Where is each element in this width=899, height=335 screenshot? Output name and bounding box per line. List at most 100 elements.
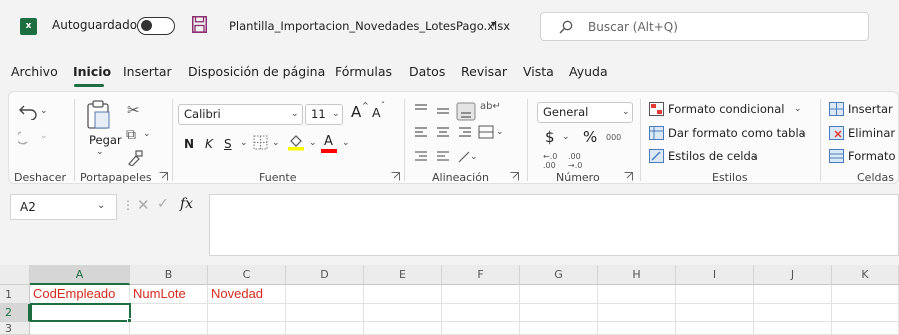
increase-decimal-icon[interactable]: ←.0.00	[543, 152, 557, 170]
cell-h3[interactable]	[598, 322, 676, 335]
cell-c3[interactable]	[208, 322, 286, 335]
cell-styles-icon[interactable]	[649, 149, 664, 163]
name-box-chevron-down-icon[interactable]: ⌄	[97, 200, 105, 211]
format-painter-icon[interactable]	[127, 150, 143, 166]
italic-button[interactable]: K	[205, 137, 213, 151]
cell-i3[interactable]	[676, 322, 754, 335]
tab-datos[interactable]: Datos	[409, 64, 445, 79]
row-header-1[interactable]: 1	[0, 285, 30, 304]
thousands-button[interactable]: 000	[606, 133, 621, 142]
bold-button[interactable]: N	[184, 137, 194, 151]
underline-button[interactable]: S	[224, 137, 232, 151]
cell-f1[interactable]	[442, 285, 520, 304]
tab-vista[interactable]: Vista	[523, 64, 554, 79]
file-name[interactable]: Plantilla_Importacion_Novedades_LotesPag…	[229, 19, 510, 33]
tab-archivo[interactable]: Archivo	[11, 64, 58, 79]
redo-icon[interactable]	[18, 128, 40, 146]
cell-j3[interactable]	[754, 322, 832, 335]
cell-j1[interactable]	[754, 285, 832, 304]
cell-i1[interactable]	[676, 285, 754, 304]
autosave-toggle[interactable]	[137, 17, 175, 35]
cell-h1[interactable]	[598, 285, 676, 304]
tab-insertar[interactable]: Insertar	[123, 64, 172, 79]
search-box[interactable]: Buscar (Alt+Q)	[540, 12, 869, 41]
formula-input[interactable]	[209, 194, 899, 256]
name-box[interactable]: A2 ⌄	[10, 194, 117, 220]
shrink-font-button[interactable]: A	[372, 105, 381, 120]
file-name-chevron-down-icon[interactable]: ▾	[491, 19, 496, 30]
column-header-f[interactable]: F	[442, 265, 520, 285]
column-header-b[interactable]: B	[130, 265, 208, 285]
copy-icon[interactable]: ⧉	[126, 127, 136, 143]
indent-orientation-icons[interactable]	[413, 150, 503, 164]
currency-chevron-down-icon[interactable]: ⌄	[562, 132, 570, 142]
conditional-format-chevron-down-icon[interactable]: ⌄	[794, 104, 802, 114]
fill-color-icon[interactable]	[288, 133, 304, 151]
tab-revisar[interactable]: Revisar	[461, 64, 507, 79]
cell-styles-button[interactable]: Estilos de celda	[668, 149, 758, 163]
insert-cells-icon[interactable]	[829, 102, 844, 116]
format-cells-icon[interactable]	[829, 149, 844, 163]
paste-chevron-down-icon[interactable]: ⌄	[96, 147, 104, 157]
cell-g1[interactable]	[520, 285, 598, 304]
underline-chevron-down-icon[interactable]: ⌄	[240, 138, 248, 148]
cell-d2[interactable]	[286, 304, 364, 322]
font-color-chevron-down-icon[interactable]: ⌄	[342, 138, 350, 148]
format-as-table-icon[interactable]	[649, 126, 664, 140]
delete-cells-icon[interactable]	[829, 126, 844, 140]
cancel-entry-icon[interactable]: ✕	[137, 196, 150, 214]
cell-k1[interactable]	[832, 285, 899, 304]
insert-function-button[interactable]: fx	[180, 196, 193, 212]
paste-icon[interactable]	[86, 100, 112, 130]
format-as-table-button[interactable]: Dar formato como tabla	[668, 126, 806, 140]
undo-chevron-down-icon[interactable]: ⌄	[40, 106, 48, 116]
font-launcher-icon[interactable]	[391, 172, 400, 181]
clipboard-launcher-icon[interactable]	[159, 172, 168, 181]
row-header-3[interactable]: 3	[0, 322, 30, 335]
insert-cells-button[interactable]: Insertar	[848, 102, 893, 116]
tab-ayuda[interactable]: Ayuda	[569, 64, 608, 79]
cell-b2[interactable]	[130, 304, 208, 322]
column-header-c[interactable]: C	[208, 265, 286, 285]
paste-label[interactable]: Pegar	[89, 133, 122, 147]
cell-k2[interactable]	[832, 304, 899, 322]
cell-a2-active[interactable]	[30, 303, 131, 322]
column-header-e[interactable]: E	[364, 265, 442, 285]
fill-color-chevron-down-icon[interactable]: ⌄	[309, 138, 317, 148]
column-header-a[interactable]: A	[30, 265, 130, 285]
alignment-launcher-icon[interactable]	[510, 172, 519, 181]
orientation-chevron-down-icon[interactable]: ⌄	[470, 152, 478, 162]
cell-g2[interactable]	[520, 304, 598, 322]
cell-i2[interactable]	[676, 304, 754, 322]
cell-f2[interactable]	[442, 304, 520, 322]
currency-button[interactable]: $	[545, 128, 555, 146]
cell-f3[interactable]	[442, 322, 520, 335]
cell-e2[interactable]	[364, 304, 442, 322]
copy-chevron-down-icon[interactable]: ⌄	[143, 129, 151, 139]
column-header-j[interactable]: J	[754, 265, 832, 285]
column-header-k[interactable]: K	[832, 265, 899, 285]
decrease-decimal-icon[interactable]: .00 →.0	[568, 152, 582, 170]
cell-c2[interactable]	[208, 304, 286, 322]
cell-j2[interactable]	[754, 304, 832, 322]
wrap-text-icon[interactable]: ab↵	[480, 101, 501, 112]
cell-b3[interactable]	[130, 322, 208, 335]
redo-chevron-down-icon[interactable]: ⌄	[40, 131, 48, 141]
row-header-2[interactable]: 2	[0, 304, 30, 322]
borders-chevron-down-icon[interactable]: ⌄	[272, 138, 280, 148]
cell-g3[interactable]	[520, 322, 598, 335]
column-header-d[interactable]: D	[286, 265, 364, 285]
conditional-format-icon[interactable]	[649, 102, 664, 116]
cell-h2[interactable]	[598, 304, 676, 322]
column-header-g[interactable]: G	[520, 265, 598, 285]
cell-a1[interactable]: CodEmpleado	[30, 285, 130, 304]
format-cells-button[interactable]: Formato	[848, 149, 896, 163]
tab-formulas[interactable]: Fórmulas	[335, 64, 392, 79]
undo-icon[interactable]	[18, 102, 40, 120]
cut-icon[interactable]: ✂	[127, 101, 140, 119]
font-color-button[interactable]: A	[324, 134, 333, 149]
cell-a3[interactable]	[30, 322, 130, 335]
cell-d3[interactable]	[286, 322, 364, 335]
select-all-corner[interactable]	[0, 265, 30, 285]
percent-button[interactable]: %	[583, 128, 597, 146]
